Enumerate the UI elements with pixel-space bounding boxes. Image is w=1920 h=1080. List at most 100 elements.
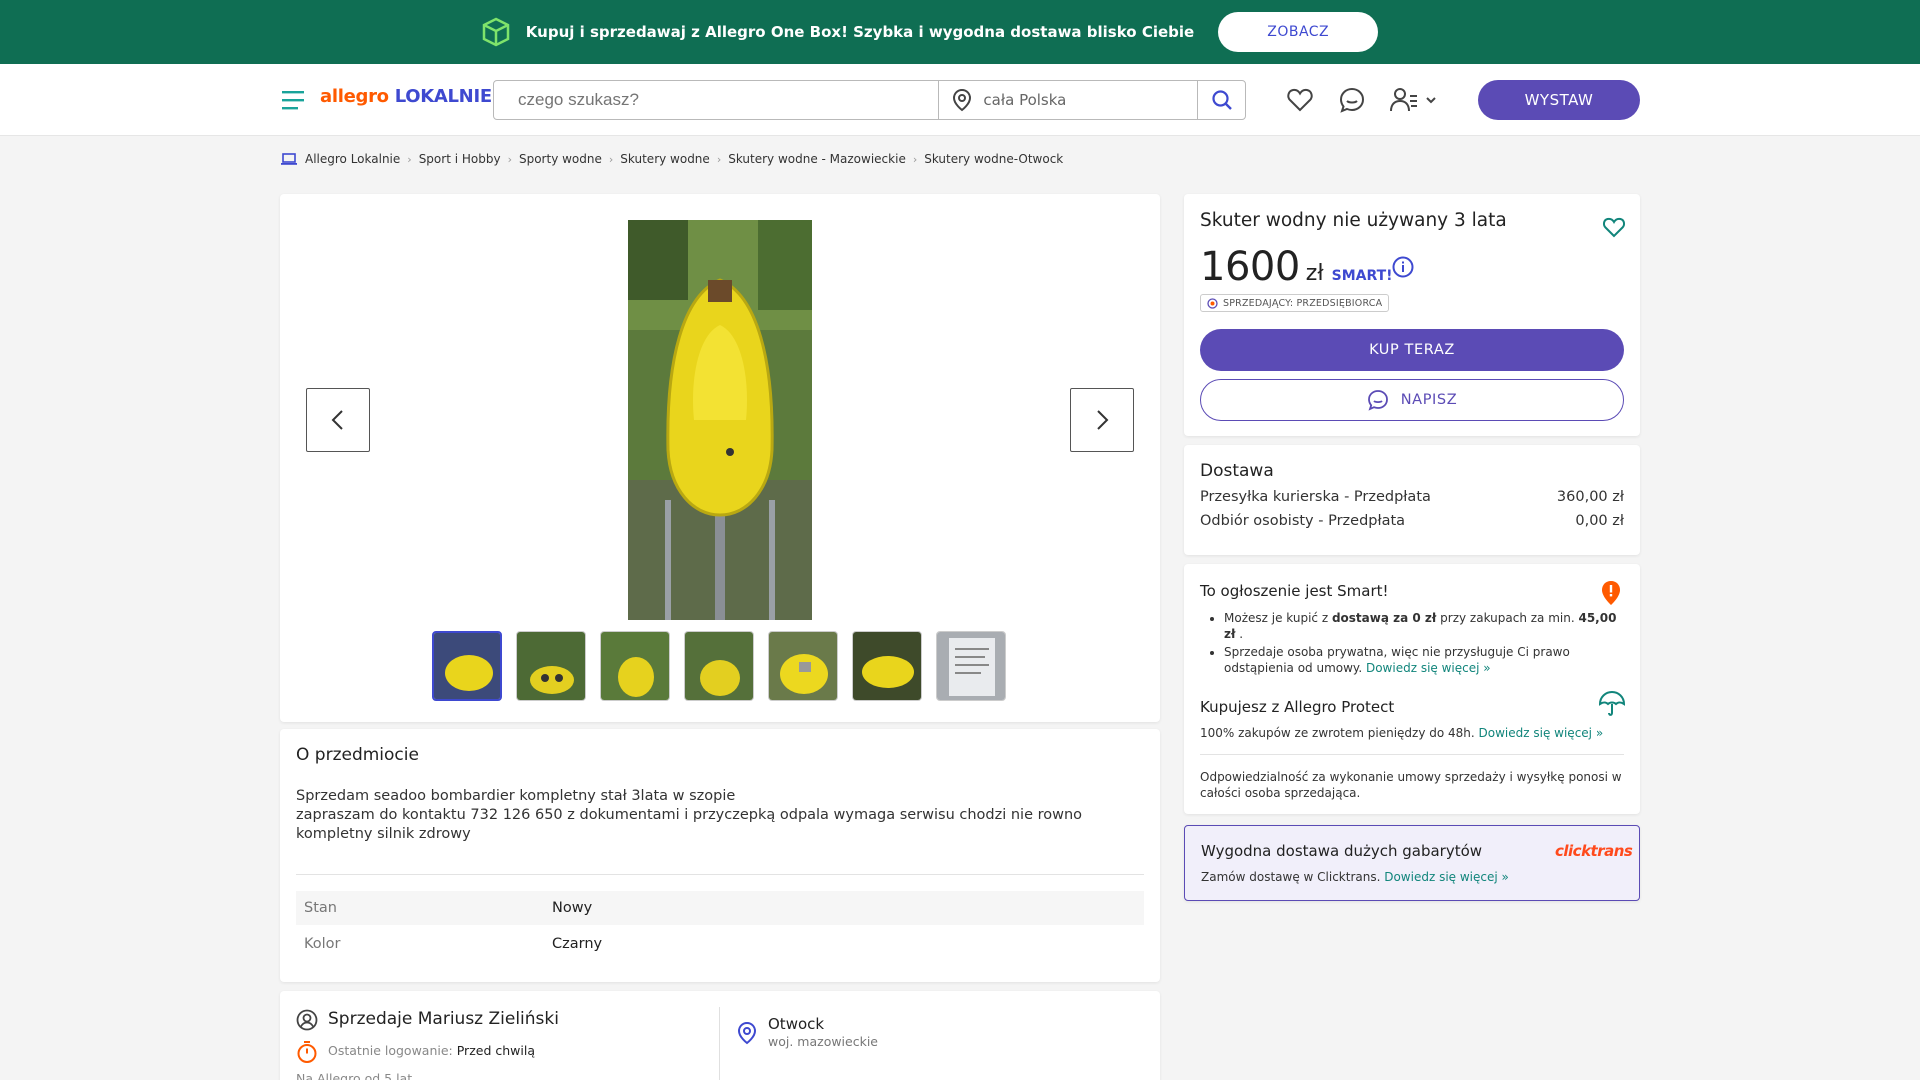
- parameter-row: Kolor Czarny: [296, 927, 1144, 961]
- delivery-option-name: Odbiór osobisty - Przedpłata: [1200, 513, 1406, 529]
- chevron-down-icon: [1426, 97, 1436, 104]
- smart-benefits-list: Możesz je kupić z dostawą za 0 zł przy z…: [1200, 610, 1624, 676]
- breadcrumb-item[interactable]: Skutery wodne-Otwock: [924, 152, 1063, 166]
- chevron-left-icon: [331, 410, 343, 430]
- chat-icon: [1367, 390, 1388, 411]
- write-message-button[interactable]: NAPISZ: [1200, 379, 1624, 421]
- thumbnail-image: [601, 632, 669, 700]
- breadcrumb-separator-icon: ›: [912, 152, 918, 166]
- parameter-key: Stan: [304, 900, 337, 916]
- breadcrumb-item[interactable]: Sporty wodne: [519, 152, 602, 166]
- user-circle-icon: [296, 1009, 318, 1031]
- chevron-right-icon: [1097, 410, 1109, 430]
- add-to-favorites-heart-icon[interactable]: [1602, 216, 1626, 238]
- description-line: Sprzedam seadoo bombardier kompletny sta…: [296, 788, 736, 804]
- seller-type-text: SPRZEDAJĄCY: PRZEDSIĘBIORCA: [1223, 297, 1383, 309]
- seller-since: Na Allegro od 5 lat: [296, 1071, 413, 1080]
- write-button-label: NAPISZ: [1400, 392, 1458, 408]
- breadcrumb-item[interactable]: Skutery wodne: [620, 152, 710, 166]
- clicktrans-description: Zamów dostawę w Clicktrans.: [1201, 870, 1385, 884]
- search-icon: [1211, 90, 1232, 110]
- smart-text-bold: dostawą za 0 zł: [1331, 611, 1437, 625]
- protect-title: Kupujesz z Allegro Protect: [1200, 698, 1395, 716]
- section-title: O przedmiocie: [296, 745, 419, 765]
- learn-more-link[interactable]: Dowiedz się więcej »: [1479, 726, 1604, 740]
- buy-box: Skuter wodny nie używany 3 lata 1600 zł …: [1184, 194, 1640, 436]
- delivery-option-name: Przesyłka kurierska - Przedpłata: [1200, 489, 1431, 505]
- location-field[interactable]: cała Polska: [939, 81, 1197, 119]
- description-line: zapraszam do kontaktu 732 126 650 z doku…: [296, 807, 1083, 842]
- list-item-button[interactable]: WYSTAW: [1478, 80, 1640, 120]
- promo-see-button[interactable]: ZOBACZ: [1218, 12, 1379, 52]
- main-photo[interactable]: [628, 220, 812, 620]
- seller-section: Sprzedaje Mariusz Zieliński Ostatnie log…: [280, 991, 1160, 1080]
- thumbnail-image: [853, 632, 921, 700]
- smart-text: .: [1235, 627, 1244, 641]
- prev-photo-button[interactable]: [306, 388, 370, 452]
- photo-gallery: [280, 194, 1160, 722]
- last-login-value: Przed chwilą: [456, 1043, 535, 1058]
- description-section: O przedmiocie Sprzedam seadoo bombardier…: [280, 729, 1160, 982]
- messages-chat-icon[interactable]: [1338, 86, 1366, 114]
- thumbnail[interactable]: [768, 631, 838, 701]
- delivery-option-price: 0,00 zł: [1575, 513, 1624, 529]
- info-icon[interactable]: [1392, 256, 1414, 278]
- thumbnail[interactable]: [684, 631, 754, 701]
- favorites-heart-icon[interactable]: [1286, 86, 1314, 114]
- price-value: 1600: [1200, 244, 1300, 290]
- seller-region: woj. mazowieckie: [768, 1034, 878, 1049]
- parameter-row: Stan Nowy: [296, 891, 1144, 925]
- location-pin-icon: [737, 1021, 757, 1045]
- promo-banner: Kupuj i sprzedawaj z Allegro One Box! Sz…: [0, 0, 1920, 64]
- last-login: Ostatnie logowanie: Przed chwilą: [328, 1043, 535, 1058]
- search-button[interactable]: [1197, 81, 1245, 119]
- learn-more-link[interactable]: Dowiedz się więcej »: [1366, 661, 1491, 675]
- protect-text: 100% zakupów ze zwrotem pieniędzy do 48h…: [1200, 726, 1624, 740]
- clicktrans-banner: Wygodna dostawa dużych gabarytów clicktr…: [1184, 825, 1640, 901]
- buy-now-button[interactable]: KUP TERAZ: [1200, 329, 1624, 371]
- thumbnail-strip: [432, 631, 1006, 701]
- breadcrumb-item[interactable]: Sport i Hobby: [419, 152, 501, 166]
- breadcrumb-separator-icon: ›: [507, 152, 512, 166]
- clicktrans-logo: clicktrans: [1555, 842, 1633, 860]
- offer-title: Skuter wodny nie używany 3 lata: [1200, 210, 1507, 231]
- umbrella-icon: [1598, 690, 1626, 716]
- smart-text: przy zakupach za min.: [1436, 611, 1579, 625]
- delivery-section: Dostawa Przesyłka kurierska - Przedpłata…: [1184, 445, 1640, 555]
- thumbnail[interactable]: [600, 631, 670, 701]
- next-photo-button[interactable]: [1070, 388, 1134, 452]
- search-input[interactable]: [494, 81, 939, 119]
- thumbnail-image: [769, 632, 837, 700]
- smart-badge: SMART!: [1331, 268, 1393, 284]
- thumbnail-image: [434, 633, 500, 699]
- thumbnail[interactable]: [852, 631, 922, 701]
- divider: [296, 874, 1144, 875]
- smart-title: To ogłoszenie jest Smart!: [1200, 582, 1389, 600]
- logo-allegro: allegro: [320, 86, 389, 107]
- list-item: Możesz je kupić z dostawą za 0 zł przy z…: [1224, 610, 1624, 642]
- thumbnail[interactable]: [936, 631, 1006, 701]
- protect-description: 100% zakupów ze zwrotem pieniędzy do 48h…: [1200, 726, 1479, 740]
- delivery-option: Odbiór osobisty - Przedpłata 0,00 zł: [1200, 513, 1624, 529]
- thumbnail[interactable]: [516, 631, 586, 701]
- breadcrumb-separator-icon: ›: [608, 152, 614, 166]
- jet-ski-photo: [628, 220, 812, 620]
- hamburger-menu-icon[interactable]: [282, 90, 304, 110]
- divider: [719, 1007, 720, 1080]
- box-icon: [482, 17, 510, 47]
- breadcrumb-item[interactable]: Allegro Lokalnie: [305, 152, 400, 166]
- thumbnail-image: [937, 632, 1005, 700]
- parameter-key: Kolor: [304, 936, 341, 952]
- thumbnail[interactable]: [432, 631, 502, 701]
- seller-name[interactable]: Sprzedaje Mariusz Zieliński: [328, 1009, 559, 1029]
- price-row: 1600 zł SMART!: [1200, 244, 1393, 290]
- user-account-menu[interactable]: [1390, 84, 1440, 116]
- seller-type-badge: SPRZEDAJĄCY: PRZEDSIĘBIORCA: [1200, 294, 1390, 312]
- learn-more-link[interactable]: Dowiedz się więcej »: [1384, 870, 1509, 884]
- promo-text: Kupuj i sprzedawaj z Allegro One Box! Sz…: [525, 23, 1195, 41]
- smart-exclamation-pin-icon: [1602, 581, 1620, 605]
- allegro-lokalnie-logo[interactable]: allegro LOKALNIE: [320, 86, 492, 107]
- parameters-table: Stan Nowy Kolor Czarny: [296, 891, 1144, 961]
- breadcrumb-item[interactable]: Skutery wodne - Mazowieckie: [728, 152, 906, 166]
- location-value: cała Polska: [983, 91, 1067, 109]
